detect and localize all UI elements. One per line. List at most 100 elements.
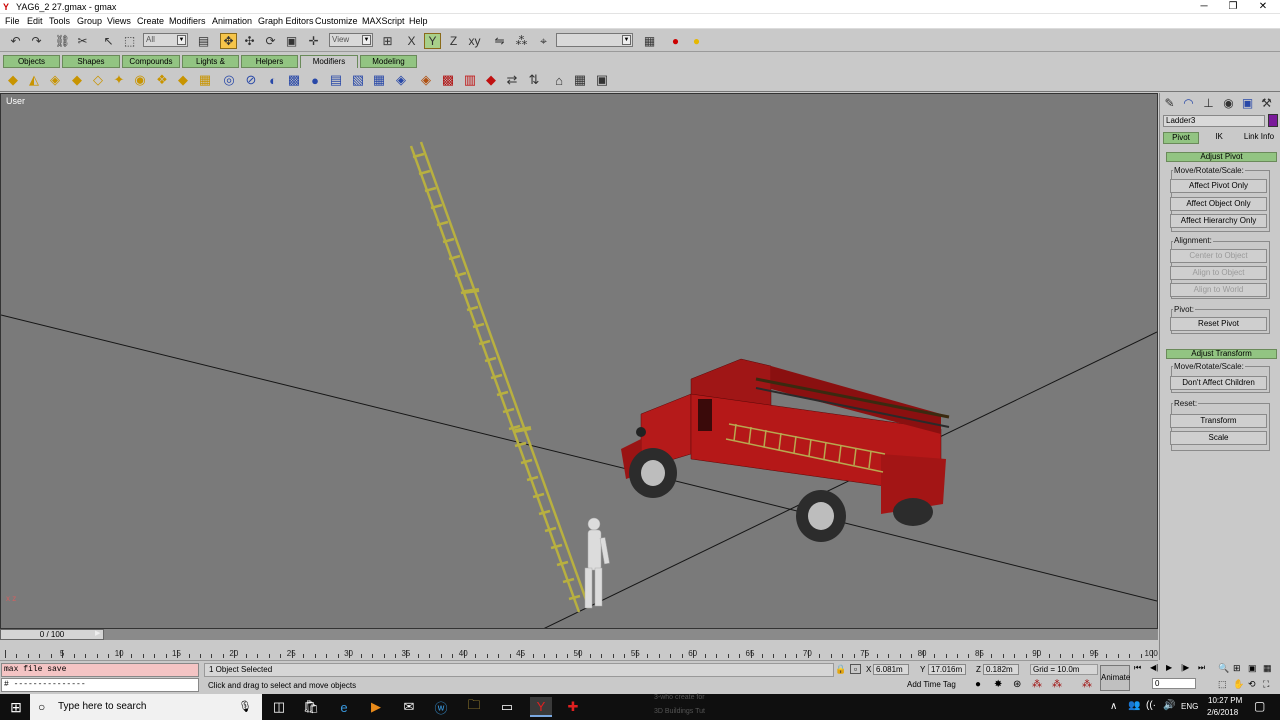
- uvw-map-icon[interactable]: ◈: [417, 71, 435, 89]
- spherify-modifier-icon[interactable]: ◐: [264, 71, 282, 89]
- adjust-pivot-header[interactable]: Adjust Pivot: [1166, 152, 1277, 162]
- affect-object-only-button[interactable]: Affect Object Only: [1170, 197, 1267, 211]
- tray-arrow-icon[interactable]: ∧: [1110, 701, 1117, 712]
- current-frame-field[interactable]: 0: [1152, 678, 1196, 689]
- affect-pivot-only-button[interactable]: Affect Pivot Only: [1170, 179, 1267, 193]
- notification-icon[interactable]: ▢: [1254, 699, 1265, 713]
- tab-pivot[interactable]: Pivot: [1163, 132, 1199, 144]
- window-app-icon[interactable]: ▭: [496, 697, 518, 717]
- chevron-right-icon[interactable]: ▶: [95, 629, 100, 637]
- store-icon[interactable]: 🛍: [300, 697, 322, 717]
- zoom-extents-icon[interactable]: ▣: [1248, 663, 1257, 674]
- menu-edit[interactable]: Edit: [27, 16, 43, 26]
- arc-rotate-icon[interactable]: ⟲: [1248, 679, 1256, 690]
- taper-modifier-icon[interactable]: ◭: [25, 71, 43, 89]
- listener-macro-line[interactable]: max file save: [1, 663, 199, 677]
- affect-hierarchy-only-button[interactable]: Affect Hierarchy Only: [1170, 214, 1267, 228]
- menu-tools[interactable]: Tools: [49, 16, 70, 26]
- wordpad-icon[interactable]: ⓦ: [430, 697, 452, 717]
- zoom-all-icon[interactable]: ⊞: [1233, 663, 1241, 674]
- microphone-icon[interactable]: 🎙: [238, 694, 252, 720]
- align-icon[interactable]: ⌖: [535, 33, 552, 49]
- zoom-extents-all-icon[interactable]: ▦: [1263, 663, 1272, 674]
- menu-customize[interactable]: Customize: [315, 16, 358, 26]
- lattice-modifier-icon[interactable]: ●: [306, 71, 324, 89]
- menu-modifiers[interactable]: Modifiers: [169, 16, 206, 26]
- scale-icon[interactable]: ▣: [283, 33, 300, 49]
- array-icon[interactable]: ⁂: [513, 33, 530, 49]
- hierarchy-panel-icon[interactable]: ⊥: [1200, 95, 1217, 111]
- volume-icon[interactable]: 🔊: [1163, 700, 1175, 711]
- select-object-icon[interactable]: ↖: [100, 33, 117, 49]
- material-modifier-icon[interactable]: ▥: [461, 71, 479, 89]
- gmax-taskbar-icon[interactable]: Y: [530, 697, 552, 717]
- file-explorer-icon[interactable]: 🗀: [463, 697, 485, 717]
- tab-lights-cameras[interactable]: Lights & Cameras: [182, 55, 239, 77]
- smooth-modifier-icon[interactable]: ◆: [482, 71, 500, 89]
- wave-modifier-icon[interactable]: ▦: [196, 71, 214, 89]
- preserve-modifier-icon[interactable]: ◈: [392, 71, 410, 89]
- z-coord-field[interactable]: 0.182m: [983, 664, 1019, 675]
- volume-select-icon[interactable]: ⌂: [550, 71, 568, 89]
- menu-group[interactable]: Group: [77, 16, 102, 26]
- bend-modifier-icon[interactable]: ◆: [4, 71, 22, 89]
- reference-coordinate-dropdown[interactable]: View ▼: [329, 33, 373, 47]
- animate-button[interactable]: Animate: [1100, 665, 1130, 691]
- absolute-mode-icon[interactable]: ▫: [850, 664, 861, 674]
- pivot-center-icon[interactable]: ⊞: [379, 33, 396, 49]
- edge-icon[interactable]: e: [333, 697, 355, 717]
- tab-helpers[interactable]: Helpers: [241, 55, 298, 68]
- push-modifier-icon[interactable]: ◉: [131, 71, 149, 89]
- maximize-button[interactable]: ❐: [1216, 0, 1250, 14]
- selection-filter-dropdown[interactable]: All ▼: [143, 33, 188, 47]
- play-icon[interactable]: ▶: [1166, 663, 1172, 672]
- quick-render-icon[interactable]: ●: [688, 33, 705, 49]
- media-player-icon[interactable]: ▶: [365, 697, 387, 717]
- axis-z-icon[interactable]: Z: [445, 33, 462, 49]
- region-select-icon[interactable]: ⬚: [121, 33, 138, 49]
- redo-icon[interactable]: ↷: [28, 33, 45, 49]
- windows-start-icon[interactable]: ⊞: [5, 697, 27, 717]
- time-slider-bar[interactable]: 0 / 100 ▶: [0, 629, 1158, 640]
- center-to-object-button[interactable]: Center to Object: [1170, 249, 1267, 263]
- tab-objects[interactable]: Objects: [3, 55, 60, 68]
- render-teapot-icon[interactable]: ●: [667, 33, 684, 49]
- taskbar-search-box[interactable]: ○ Type here to search 🎙: [30, 694, 262, 720]
- noise-modifier-icon[interactable]: ◆: [68, 71, 86, 89]
- game-app-icon[interactable]: ✚: [562, 697, 584, 717]
- mail-icon[interactable]: ✉: [398, 697, 420, 717]
- adjust-transform-header[interactable]: Adjust Transform: [1166, 349, 1277, 359]
- named-selection-dropdown[interactable]: ▼: [556, 33, 633, 47]
- select-and-move-icon[interactable]: ✥: [220, 33, 237, 49]
- menu-animation[interactable]: Animation: [212, 16, 252, 26]
- select-and-link-icon[interactable]: ⛓: [54, 33, 71, 49]
- align-to-object-button[interactable]: Align to Object: [1170, 266, 1267, 280]
- network-icon[interactable]: ((·: [1146, 700, 1156, 711]
- motion-panel-icon[interactable]: ◉: [1220, 95, 1237, 111]
- unlink-icon[interactable]: ✂: [74, 33, 91, 49]
- go-to-end-icon[interactable]: ⏭: [1198, 663, 1205, 673]
- unwrap-uvw-icon[interactable]: ▩: [439, 71, 457, 89]
- add-time-tag-button[interactable]: Add Time Tag: [907, 680, 956, 689]
- axis-x-icon[interactable]: X: [403, 33, 420, 49]
- reset-pivot-button[interactable]: Reset Pivot: [1170, 317, 1267, 331]
- checker-icon[interactable]: ▦: [571, 71, 589, 89]
- modify-panel-icon[interactable]: ◠: [1180, 95, 1197, 111]
- axis-y-icon[interactable]: Y: [424, 33, 441, 49]
- close-button[interactable]: ✕: [1246, 0, 1280, 14]
- track-bar[interactable]: 5 10 15 20 25 30 35 40 45 50 55 60 65 70 75 80 85 90 95 100: [0, 640, 1158, 661]
- listener-output-line[interactable]: # ---------------: [1, 678, 199, 692]
- task-view-icon[interactable]: ◫: [268, 697, 290, 717]
- x-coord-field[interactable]: 6.081m: [873, 664, 909, 675]
- menu-file[interactable]: File: [5, 16, 20, 26]
- clock-time[interactable]: 10:27 PM: [1208, 696, 1242, 705]
- lock-icon[interactable]: 🔒: [835, 664, 846, 675]
- zoom-icon[interactable]: 🔍: [1218, 663, 1229, 674]
- tab-link-info[interactable]: Link Info: [1239, 132, 1279, 144]
- rotate-icon[interactable]: ⟳: [262, 33, 279, 49]
- undo-icon[interactable]: ↶: [7, 33, 24, 49]
- skew-modifier-icon[interactable]: ◎: [220, 71, 238, 89]
- go-to-start-icon[interactable]: ⏮: [1134, 663, 1141, 673]
- previous-frame-icon[interactable]: ◀|: [1150, 663, 1158, 672]
- utilities-panel-icon[interactable]: ⚒: [1258, 95, 1275, 111]
